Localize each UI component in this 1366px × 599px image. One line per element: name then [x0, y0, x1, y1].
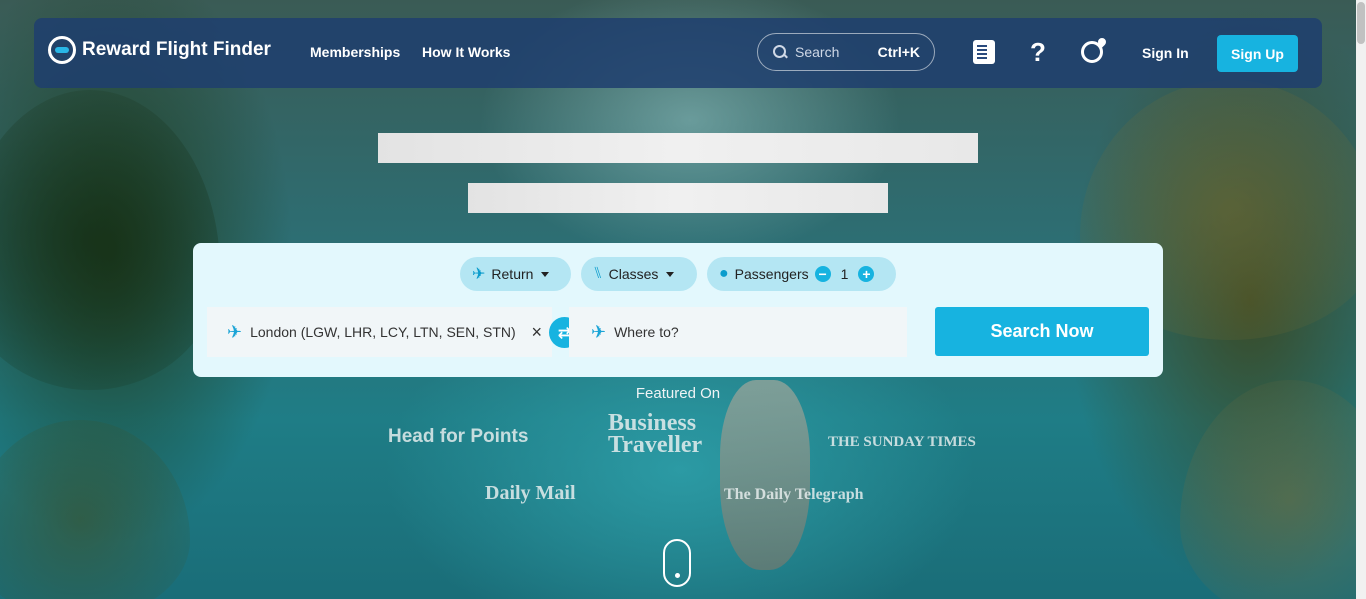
- increase-passengers-button[interactable]: +: [858, 266, 875, 282]
- nav-how-it-works[interactable]: How It Works: [422, 44, 510, 60]
- passengers-control: ● Passengers − 1 +: [707, 257, 896, 291]
- help-button[interactable]: ?: [1024, 36, 1052, 67]
- site-search[interactable]: Search Ctrl+K: [757, 33, 935, 71]
- region-button[interactable]: [1078, 38, 1106, 66]
- clear-origin-icon[interactable]: ×: [531, 322, 542, 343]
- departure-icon: ✈: [227, 321, 243, 342]
- search-placeholder: Search: [795, 44, 840, 60]
- press-logo-business-traveller: Business Traveller: [608, 410, 703, 458]
- flight-search-card: ✈ Return ⑊ Classes ● Passengers − 1 + ✈ …: [193, 243, 1163, 377]
- press-logo-daily-mail: Daily Mail: [485, 482, 576, 504]
- palm-foliage-left: [0, 90, 220, 390]
- featured-on-label: Featured On: [635, 385, 721, 402]
- passengers-label: Passengers: [734, 266, 809, 282]
- person-icon: ●: [719, 265, 729, 282]
- logo-icon: [48, 36, 76, 64]
- search-shortcut: Ctrl+K: [877, 44, 920, 60]
- scrollbar-thumb[interactable]: [1357, 2, 1365, 44]
- brand-logo[interactable]: Reward Flight Finder: [48, 36, 271, 64]
- press-logo-daily-telegraph: The Daily Telegraph: [724, 486, 864, 503]
- sign-in-link[interactable]: Sign In: [1142, 45, 1189, 61]
- origin-field[interactable]: ✈ London (LGW, LHR, LCY, LTN, SEN, STN) …: [207, 307, 552, 357]
- globe-icon: [1081, 41, 1103, 63]
- newspaper-icon: [973, 40, 995, 64]
- hero-title-placeholder: [378, 133, 978, 163]
- arrival-icon: ✈: [591, 321, 607, 342]
- sign-up-button[interactable]: Sign Up: [1217, 35, 1298, 72]
- classes-label: Classes: [608, 266, 659, 282]
- passengers-count: 1: [840, 266, 849, 282]
- destination-field[interactable]: ✈ Where to?: [569, 307, 907, 357]
- airplane-icon: ✈: [472, 266, 486, 283]
- hero-subtitle-placeholder: [468, 183, 888, 213]
- top-navigation: Reward Flight Finder Memberships How It …: [34, 18, 1322, 88]
- palm-foliage-bottom-right: [1180, 380, 1366, 599]
- palm-foliage-bottom-left: [0, 420, 190, 599]
- question-icon: ?: [1030, 36, 1046, 67]
- news-button[interactable]: [970, 38, 998, 66]
- search-icon: [773, 45, 787, 59]
- boat-image: [720, 380, 810, 570]
- nav-memberships[interactable]: Memberships: [310, 44, 400, 60]
- origin-value: London (LGW, LHR, LCY, LTN, SEN, STN): [250, 324, 516, 340]
- classes-dropdown[interactable]: ⑊ Classes: [581, 257, 697, 291]
- scrollbar[interactable]: [1356, 0, 1366, 599]
- decrease-passengers-button[interactable]: −: [814, 266, 831, 282]
- chevron-down-icon: [666, 271, 675, 277]
- seat-icon: ⑊: [593, 265, 603, 282]
- scroll-down-indicator[interactable]: [663, 539, 691, 587]
- destination-placeholder: Where to?: [614, 324, 679, 340]
- brand-name: Reward Flight Finder: [82, 39, 271, 60]
- press-logo-head-for-points: Head for Points: [388, 426, 529, 447]
- press-logo-sunday-times: THE SUNDAY TIMES: [828, 434, 976, 450]
- chevron-down-icon: [541, 271, 550, 277]
- trip-type-dropdown[interactable]: ✈ Return: [460, 257, 571, 291]
- search-now-button[interactable]: Search Now: [935, 307, 1149, 356]
- trip-type-label: Return: [491, 266, 534, 282]
